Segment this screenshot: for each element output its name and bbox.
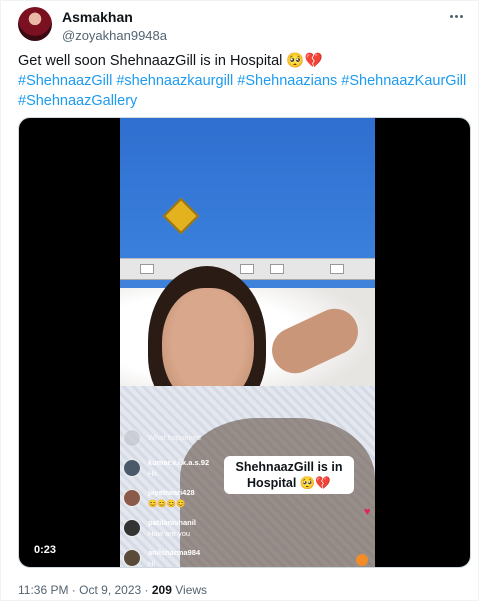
comment-user: patilanishanil: [148, 518, 196, 527]
comment-message: Hi: [148, 559, 156, 568]
hashtag-link[interactable]: #ShehnaazGill: [18, 73, 112, 89]
wall-sign: [162, 197, 200, 235]
commenter-avatar: [123, 489, 141, 507]
live-comments: What happened kumar.v.i.k.a.s.92 Hii jay…: [120, 426, 300, 568]
comment-user: kumar.v.i.k.a.s.92: [148, 458, 210, 467]
commenter-avatar: [123, 429, 141, 447]
heart-icon: ♥: [364, 506, 371, 518]
views-count: 209: [151, 583, 172, 597]
author-handle[interactable]: @zoyakhan9948a: [62, 28, 167, 43]
timestamp-link[interactable]: 11:36 PM · Oct 9, 2023 ·: [18, 583, 149, 597]
comment-user: jayatiwari428: [148, 488, 195, 497]
hashtag-link[interactable]: #Shehnaazians: [237, 73, 337, 89]
tweet-body-text: Get well soon ShehnaazGill is in Hospita…: [18, 53, 323, 69]
comment-message: Hii: [148, 469, 157, 478]
socket: [270, 264, 284, 274]
comment-message: 😊😊😊😊: [148, 499, 186, 508]
video-frame[interactable]: What happened kumar.v.i.k.a.s.92 Hii jay…: [120, 118, 375, 568]
socket: [140, 264, 154, 274]
socket: [330, 264, 344, 274]
tweet-text: Get well soon ShehnaazGill is in Hospita…: [18, 51, 468, 111]
commenter-avatar: [123, 519, 141, 537]
overlay-caption-line: Hospital 🥺💔: [247, 476, 331, 490]
live-comment: patilanishanil How are you: [120, 516, 300, 546]
live-comment: anilsharma984 Hi: [120, 546, 300, 568]
more-options-icon[interactable]: [444, 7, 468, 25]
comment-user: anilsharma984: [148, 548, 201, 557]
commenter-avatar: [123, 459, 141, 477]
video-overlay-caption: ShehnaazGill is in Hospital 🥺💔: [224, 456, 354, 494]
commenter-avatar: [123, 549, 141, 567]
views-label: Views: [175, 583, 208, 597]
comment-message: How are you: [148, 529, 191, 538]
hashtag-link[interactable]: #shehnaazkaurgill: [116, 73, 233, 89]
hashtag-link[interactable]: #ShehnaazKaurGill: [341, 73, 466, 89]
overlay-caption-line: ShehnaazGill is in: [235, 460, 343, 474]
video-player[interactable]: What happened kumar.v.i.k.a.s.92 Hii jay…: [18, 117, 471, 568]
hashtag-link[interactable]: #ShehnaazGallery: [18, 93, 137, 109]
tweet-meta: 11:36 PM · Oct 9, 2023 · 209 Views: [18, 583, 207, 597]
socket: [240, 264, 254, 274]
live-comment: What happened: [120, 426, 300, 456]
reaction-icon: [356, 554, 368, 566]
author-display-name[interactable]: Asmakhan: [62, 9, 133, 25]
tweet-card: Asmakhan @zoyakhan9948a Get well soon Sh…: [0, 0, 479, 601]
comment-message: What happened: [148, 433, 201, 442]
video-duration-badge: 0:23: [29, 542, 62, 558]
avatar[interactable]: [18, 7, 52, 41]
